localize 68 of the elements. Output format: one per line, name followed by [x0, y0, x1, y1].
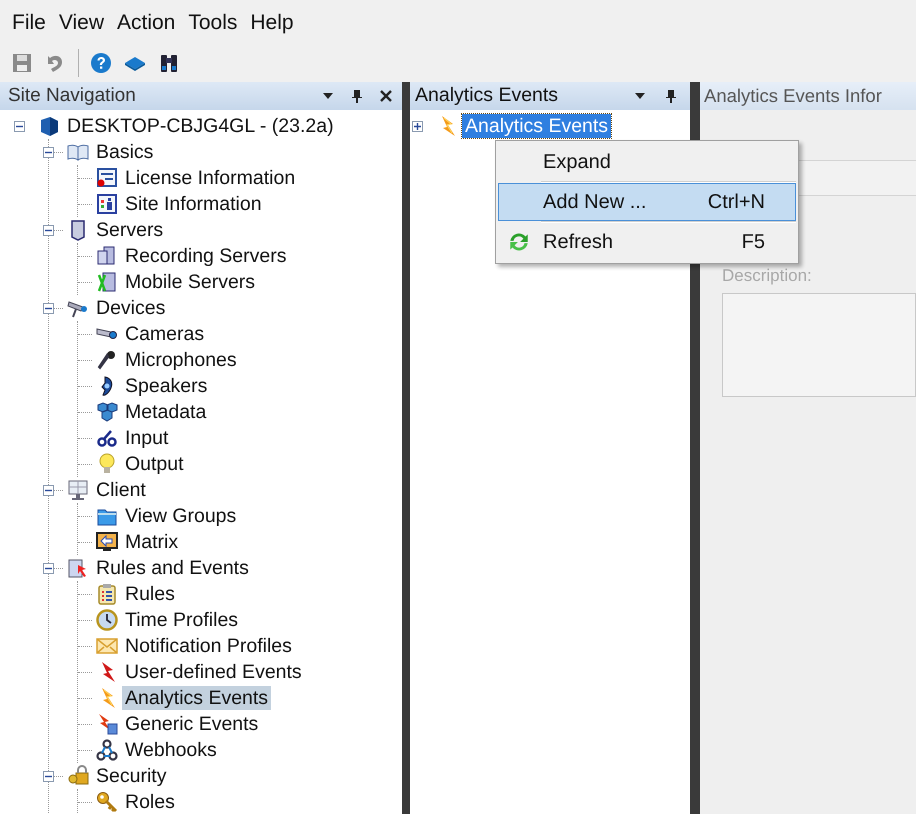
tree-item[interactable]: Cameras	[122, 322, 208, 346]
plus-icon	[414, 122, 421, 130]
description-field[interactable]	[722, 292, 916, 396]
menu-item[interactable]: Add New ... Ctrl+N	[498, 183, 796, 221]
close-icon[interactable]	[380, 90, 392, 102]
expand-toggle[interactable]	[43, 770, 54, 782]
tree-item[interactable]: Security	[93, 764, 170, 788]
tree-item[interactable]: User-defined Events	[122, 660, 305, 684]
menu-item[interactable]: Help	[250, 7, 294, 39]
webhook-icon	[96, 739, 118, 761]
tree-item[interactable]: Mobile Servers	[122, 270, 258, 294]
tree-item[interactable]: License Information	[122, 166, 298, 190]
dropdown-icon[interactable]	[322, 92, 334, 100]
save-icon	[11, 52, 33, 74]
cubes-icon	[96, 401, 118, 423]
tree-item[interactable]: Webhooks	[122, 738, 220, 762]
tree-item[interactable]: Metadata	[122, 400, 210, 424]
key-icon	[67, 765, 89, 787]
pin-icon[interactable]	[666, 89, 676, 103]
microphone-icon	[96, 349, 118, 371]
expand-toggle[interactable]	[43, 302, 54, 314]
help-icon	[90, 52, 112, 74]
field-label: Description:	[722, 265, 813, 287]
tree-item[interactable]: Speakers	[122, 374, 210, 398]
certificate-icon	[96, 167, 118, 189]
menu-item[interactable]: View	[58, 7, 104, 39]
tree-item[interactable]: Rules	[122, 582, 178, 606]
monitor-icon	[96, 531, 118, 553]
info-icon	[96, 193, 118, 215]
tree-item[interactable]: Generic Events	[122, 712, 262, 736]
tree-item[interactable]: Time Profiles	[122, 608, 242, 632]
tree-item[interactable]: DESKTOP-CBJG4GL - (23.2a)	[64, 114, 337, 138]
expand-toggle[interactable]	[14, 120, 25, 132]
pane-title: Site Navigation	[8, 84, 137, 108]
tree-item[interactable]: Input	[122, 426, 172, 450]
tree-item[interactable]: Analytics Events	[462, 114, 612, 138]
expand-toggle[interactable]	[412, 120, 423, 132]
tree-item[interactable]: Analytics Events	[122, 686, 272, 710]
tree-item[interactable]: Basics	[93, 140, 156, 164]
menu-item[interactable]: Refresh F5	[498, 223, 796, 261]
expand-toggle[interactable]	[43, 224, 54, 236]
expand-toggle[interactable]	[43, 484, 54, 496]
tree-item[interactable]: Recording Servers	[122, 244, 290, 268]
binoculars-icon	[158, 52, 180, 74]
lightning-icon	[96, 713, 118, 735]
menu-item[interactable]: Expand	[498, 143, 796, 181]
expand-toggle[interactable]	[43, 146, 54, 158]
pin-icon[interactable]	[352, 89, 362, 103]
tree-item[interactable]: Notification Profiles	[122, 634, 295, 658]
tree-item[interactable]: Rules and Events	[93, 556, 252, 580]
menu-item[interactable]: Action	[116, 7, 176, 39]
tree-item[interactable]: Devices	[93, 296, 168, 320]
tree-item[interactable]: Roles	[122, 790, 178, 814]
pane-title: Analytics Events Infor	[704, 84, 882, 108]
clock-icon	[96, 609, 118, 631]
menu-item[interactable]: Tools	[188, 7, 238, 39]
tree-item[interactable]: Matrix	[122, 530, 182, 554]
pane-title: Analytics Events	[415, 83, 560, 108]
tree-item[interactable]: Microphones	[122, 348, 240, 372]
expand-toggle[interactable]	[43, 562, 54, 574]
monitor-icon	[67, 479, 89, 501]
dropdown-icon[interactable]	[634, 92, 646, 100]
tree-item[interactable]: Servers	[93, 218, 166, 242]
tree-item[interactable]: Output	[122, 452, 187, 476]
tree-item[interactable]: View Groups	[122, 504, 240, 528]
tree-item[interactable]: Client	[93, 478, 149, 502]
menu-item[interactable]: File	[12, 7, 46, 39]
tree-item[interactable]: Site Information	[122, 192, 265, 216]
